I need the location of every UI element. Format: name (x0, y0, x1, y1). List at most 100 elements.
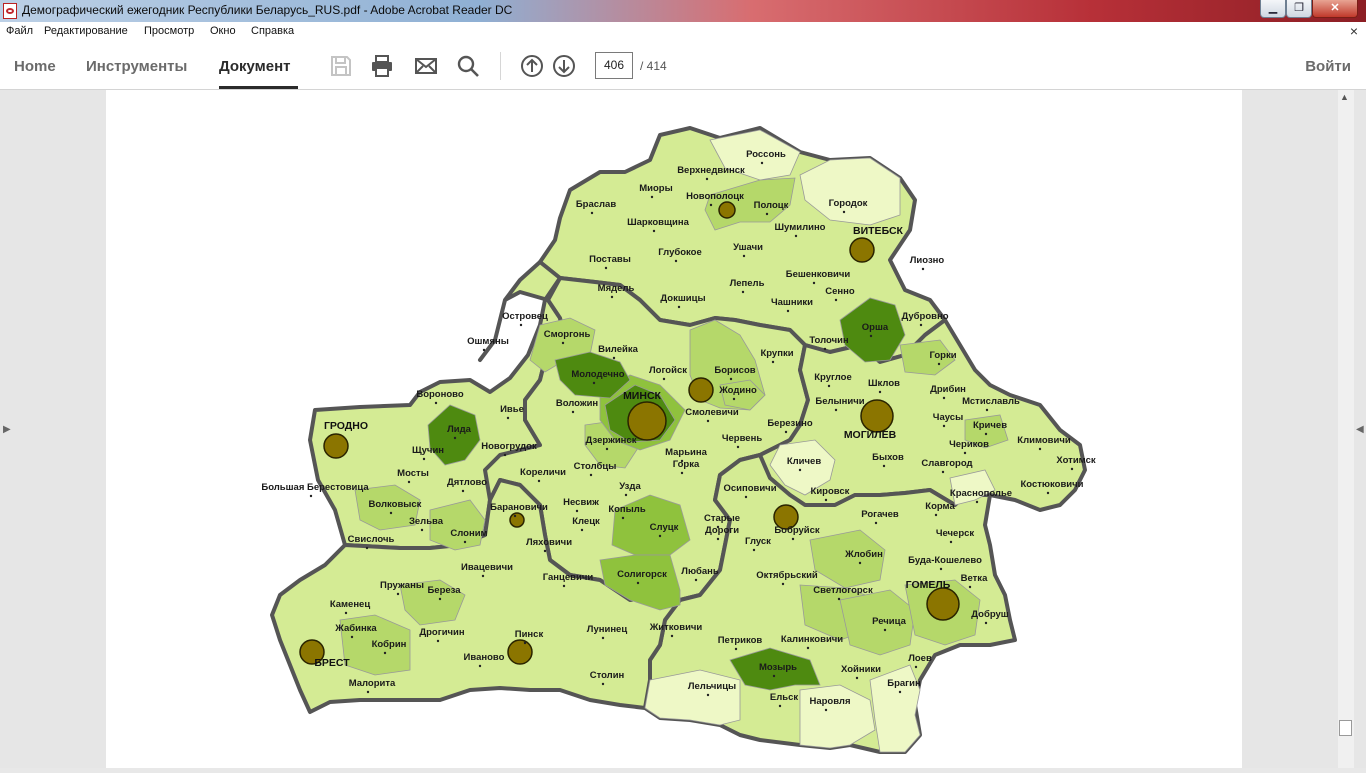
maximize-button[interactable]: ❐ (1286, 0, 1312, 18)
district-label: Горки (929, 350, 956, 361)
district-center-dot (610, 295, 614, 299)
district-label: Пружаны (380, 580, 424, 591)
district-center-dot (798, 468, 802, 472)
district-label: Солигорск (617, 569, 667, 580)
right-pane-toggle-icon[interactable]: ◀ (1356, 424, 1364, 435)
district-center-dot (519, 323, 523, 327)
district-center-dot (824, 498, 828, 502)
district-center-dot (985, 408, 989, 412)
sign-in-link[interactable]: Войти (1305, 58, 1351, 75)
district-center-dot (834, 408, 838, 412)
district-center-dot (827, 384, 831, 388)
district-center-dot (765, 212, 769, 216)
menu-help[interactable]: Справка (251, 25, 294, 37)
district-label: Белыничи (815, 396, 864, 407)
close-button[interactable]: ✕ (1312, 0, 1358, 18)
window-titlebar[interactable]: Демографический ежегодник Республики Бел… (0, 0, 1366, 22)
district-label: Брагин (887, 678, 921, 689)
tab-tools[interactable]: Инструменты (86, 58, 187, 75)
vertical-scrollbar[interactable]: ▲ (1338, 90, 1354, 768)
page-number-input[interactable]: 406 (595, 52, 633, 79)
district-label: Мосты (397, 468, 429, 479)
print-icon[interactable] (370, 54, 394, 78)
district-label: Речица (872, 616, 906, 627)
district-label: Глубокое (658, 247, 702, 258)
district-label: Жлобин (844, 549, 883, 560)
district-label: Береза (427, 585, 461, 596)
region-label: БРЕСТ (314, 657, 350, 669)
close-document-icon[interactable]: × (1350, 23, 1358, 39)
district-label: Островец (502, 311, 548, 322)
district-label: Костюковичи (1021, 479, 1084, 490)
district-center-dot (407, 480, 411, 484)
maximize-icon: ❐ (1294, 2, 1304, 14)
district-label: Миоры (639, 183, 672, 194)
district-center-dot (784, 430, 788, 434)
district-label: Лида (447, 424, 472, 435)
district-center-dot (658, 534, 662, 538)
district-label: Волковыск (369, 499, 422, 510)
tab-document[interactable]: Документ (219, 58, 291, 75)
district-center-dot (670, 634, 674, 638)
district-label: Дятлово (447, 477, 487, 488)
district-center-dot (677, 305, 681, 309)
district-label: Ветка (961, 573, 988, 584)
city-circle (509, 512, 525, 528)
district-center-dot (752, 548, 756, 552)
district-center-dot (921, 267, 925, 271)
tab-home[interactable]: Home (14, 58, 56, 75)
district-label: Кировск (811, 486, 850, 497)
district-label: Ошмяны (467, 336, 509, 347)
district-center-dot (366, 690, 370, 694)
district-center-dot (984, 621, 988, 625)
menu-window[interactable]: Окно (210, 25, 236, 37)
district-center-dot (694, 578, 698, 582)
district-label: Столин (590, 670, 625, 681)
city-circle (926, 587, 960, 621)
district-center-dot (778, 704, 782, 708)
save-icon[interactable] (329, 54, 353, 78)
district-label: Климовичи (1017, 435, 1071, 446)
scrollbar-thumb[interactable] (1339, 720, 1352, 736)
district-label: Дрибин (930, 384, 966, 395)
region-label: МОГИЛЕВ (844, 429, 897, 441)
minimize-icon: ▁ (1268, 2, 1278, 14)
district-center-dot (365, 546, 369, 550)
district-label: Березино (767, 418, 812, 429)
email-icon[interactable] (414, 54, 438, 78)
menu-view[interactable]: Просмотр (144, 25, 194, 37)
district-center-dot (878, 390, 882, 394)
close-icon: ✕ (1330, 2, 1340, 14)
acrobat-app-icon (3, 3, 17, 19)
menu-file[interactable]: Файл (6, 25, 33, 37)
left-pane-toggle-icon[interactable]: ▶ (3, 424, 11, 435)
search-icon[interactable] (456, 54, 480, 78)
district-center-dot (523, 641, 527, 645)
district-center-dot (706, 693, 710, 697)
district-label: Воложин (556, 398, 599, 409)
page-down-icon[interactable] (552, 54, 576, 78)
district-center-dot (420, 528, 424, 532)
toolbar-separator (500, 52, 501, 80)
district-label: Вилейка (598, 344, 638, 355)
menu-edit[interactable]: Редактирование (44, 25, 128, 37)
district-center-dot (855, 676, 859, 680)
district-label: Лиозно (910, 255, 945, 266)
district-center-dot (823, 347, 827, 351)
district-label: Хойники (841, 664, 881, 675)
district-center-dot (422, 457, 426, 461)
district-center-dot (624, 493, 628, 497)
scroll-up-icon[interactable]: ▲ (1340, 92, 1349, 102)
page-up-icon[interactable] (520, 54, 544, 78)
district-center-dot (612, 356, 616, 360)
district-label: Бешенковичи (786, 269, 851, 280)
district-label: Мстиславль (962, 396, 1020, 407)
district-center-dot (806, 646, 810, 650)
district-label: Мозырь (759, 662, 797, 673)
minimize-button[interactable]: ▁ (1260, 0, 1286, 18)
district-label: Чаусы (933, 412, 963, 423)
district-center-dot (383, 651, 387, 655)
district-label: Полоцк (754, 200, 789, 211)
district-label: Барановичи (490, 502, 548, 513)
district-label: Червень (722, 433, 762, 444)
